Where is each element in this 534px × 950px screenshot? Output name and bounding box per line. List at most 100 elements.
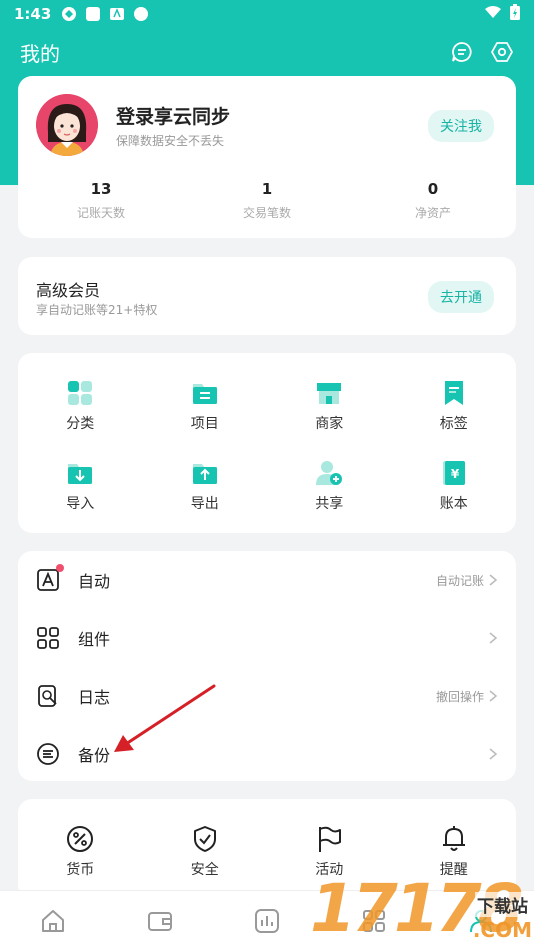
tab-stats[interactable] [214, 908, 321, 934]
svg-text:¥: ¥ [451, 467, 460, 481]
vip-subtitle: 享自动记账等21+特权 [36, 303, 158, 317]
share-user-icon [316, 461, 343, 485]
list-item-label: 组件 [78, 630, 111, 649]
stat-days[interactable]: 13 记账天数 [18, 180, 184, 221]
list-item-widgets[interactable]: 组件 [18, 609, 516, 667]
list-item-label: 日志 [78, 688, 111, 707]
stat-label: 交易笔数 [242, 206, 291, 220]
category-icon [68, 381, 93, 405]
chart-icon [254, 908, 279, 933]
grid-item-category[interactable]: 分类 [18, 379, 143, 433]
auto-icon [36, 564, 64, 592]
grid-row: 导入 导出 共享 ¥ 账本 [18, 459, 516, 513]
grid-row: 分类 项目 商家 标签 [18, 379, 516, 433]
stat-net-assets[interactable]: 0 净资产 [350, 180, 516, 221]
profile-card[interactable]: 登录享云同步 保障数据安全不丢失 关注我 13 记账天数 1 交易笔数 0 净资… [18, 76, 516, 238]
wifi-icon [484, 5, 502, 23]
grid-item-import[interactable]: 导入 [18, 459, 143, 513]
battery-icon [510, 4, 520, 24]
stat-label: 净资产 [414, 206, 451, 220]
grid-item-label: 安全 [190, 862, 219, 878]
grid-item-share[interactable]: 共享 [267, 459, 392, 513]
wallet-icon [148, 911, 173, 931]
grid-item-store[interactable]: 商家 [267, 379, 392, 433]
grid-item-label: 商家 [315, 416, 344, 432]
feature-grid: 分类 项目 商家 标签 导入 导出 共享 ¥ 账本 [18, 353, 516, 533]
message-button[interactable] [450, 40, 474, 64]
chevron-right-icon [489, 690, 498, 702]
list-item-hint: 自动记账 [435, 573, 484, 588]
stat-label: 记账天数 [76, 206, 125, 220]
bookmark-icon [444, 381, 463, 405]
avatar[interactable] [36, 94, 98, 156]
page-title: 我的 [20, 41, 60, 66]
grid-item-tag[interactable]: 标签 [392, 379, 517, 433]
tab-home[interactable] [0, 908, 107, 934]
store-icon [317, 383, 342, 404]
grid-item-security[interactable]: 安全 [143, 825, 268, 879]
sync-status-icon [61, 6, 77, 22]
chevron-right-icon [489, 632, 498, 644]
status-time: 1:43 [14, 5, 52, 23]
profile-stats: 13 记账天数 1 交易笔数 0 净资产 [18, 180, 516, 221]
list-item-detail: 自动记账 [436, 572, 498, 589]
watermark-logo: 17178 下载站 .COM [310, 866, 534, 950]
currency-icon [67, 826, 94, 852]
stat-value: 1 [261, 180, 273, 198]
list-item-label: 备份 [78, 746, 111, 765]
flag-icon [319, 826, 342, 852]
import-icon [68, 464, 93, 484]
list-item-auto[interactable]: 自动 自动记账 [18, 551, 516, 609]
widgets-icon [36, 626, 60, 650]
grid-item-export[interactable]: 导出 [143, 459, 268, 513]
list-item-hint: 撤回操作 [435, 689, 484, 704]
stat-value: 13 [90, 180, 112, 198]
grid-item-label: 导入 [66, 496, 95, 512]
watermark-text: 下载站 [475, 892, 530, 917]
notification-dot [56, 564, 64, 572]
message-icon [452, 42, 472, 62]
gear-icon [491, 42, 513, 62]
grid-item-label: 标签 [439, 416, 468, 432]
list-item-detail [484, 631, 498, 645]
grid-item-currency[interactable]: 货币 [18, 825, 143, 879]
dot-status-icon [133, 6, 149, 22]
shield-icon [193, 826, 216, 852]
ledger-icon: ¥ [442, 461, 465, 485]
app-status-icon [85, 6, 101, 22]
page-header: 我的 [0, 34, 534, 70]
follow-button[interactable]: 关注我 [428, 110, 494, 142]
backup-icon [36, 742, 60, 766]
grid-item-label: 共享 [315, 496, 344, 512]
watermark-domain: .COM [472, 918, 532, 942]
settings-button[interactable] [490, 40, 514, 64]
project-folder-icon [192, 384, 217, 404]
tab-wallet[interactable] [107, 908, 214, 934]
vip-card[interactable]: 高级会员 享自动记账等21+特权 去开通 [18, 257, 516, 335]
list-item-detail: 撤回操作 [436, 688, 498, 705]
login-subtitle: 保障数据安全不丢失 [116, 134, 225, 148]
login-title[interactable]: 登录享云同步 [116, 102, 230, 129]
stat-transactions[interactable]: 1 交易笔数 [184, 180, 350, 221]
status-bar: 1:43 [0, 0, 534, 28]
grid-item-label: 账本 [439, 496, 468, 512]
activate-vip-button[interactable]: 去开通 [428, 281, 494, 313]
list-item-backup[interactable]: 备份 [18, 725, 516, 783]
grid-item-label: 项目 [190, 416, 219, 432]
export-icon [192, 464, 217, 484]
grid-item-label: 分类 [66, 416, 95, 432]
vip-title: 高级会员 [36, 281, 101, 300]
grid-item-label: 货币 [66, 862, 95, 878]
chevron-right-icon [489, 574, 498, 586]
stat-value: 0 [427, 180, 439, 198]
chevron-right-icon [489, 748, 498, 760]
grid-item-project[interactable]: 项目 [143, 379, 268, 433]
bell-icon [442, 826, 465, 851]
log-icon [36, 684, 60, 708]
list-item-detail [484, 747, 498, 761]
home-icon [42, 909, 65, 932]
font-status-icon [109, 6, 125, 22]
list-item-log[interactable]: 日志 撤回操作 [18, 667, 516, 725]
grid-item-ledger[interactable]: ¥ 账本 [392, 459, 517, 513]
list-item-label: 自动 [78, 572, 111, 591]
